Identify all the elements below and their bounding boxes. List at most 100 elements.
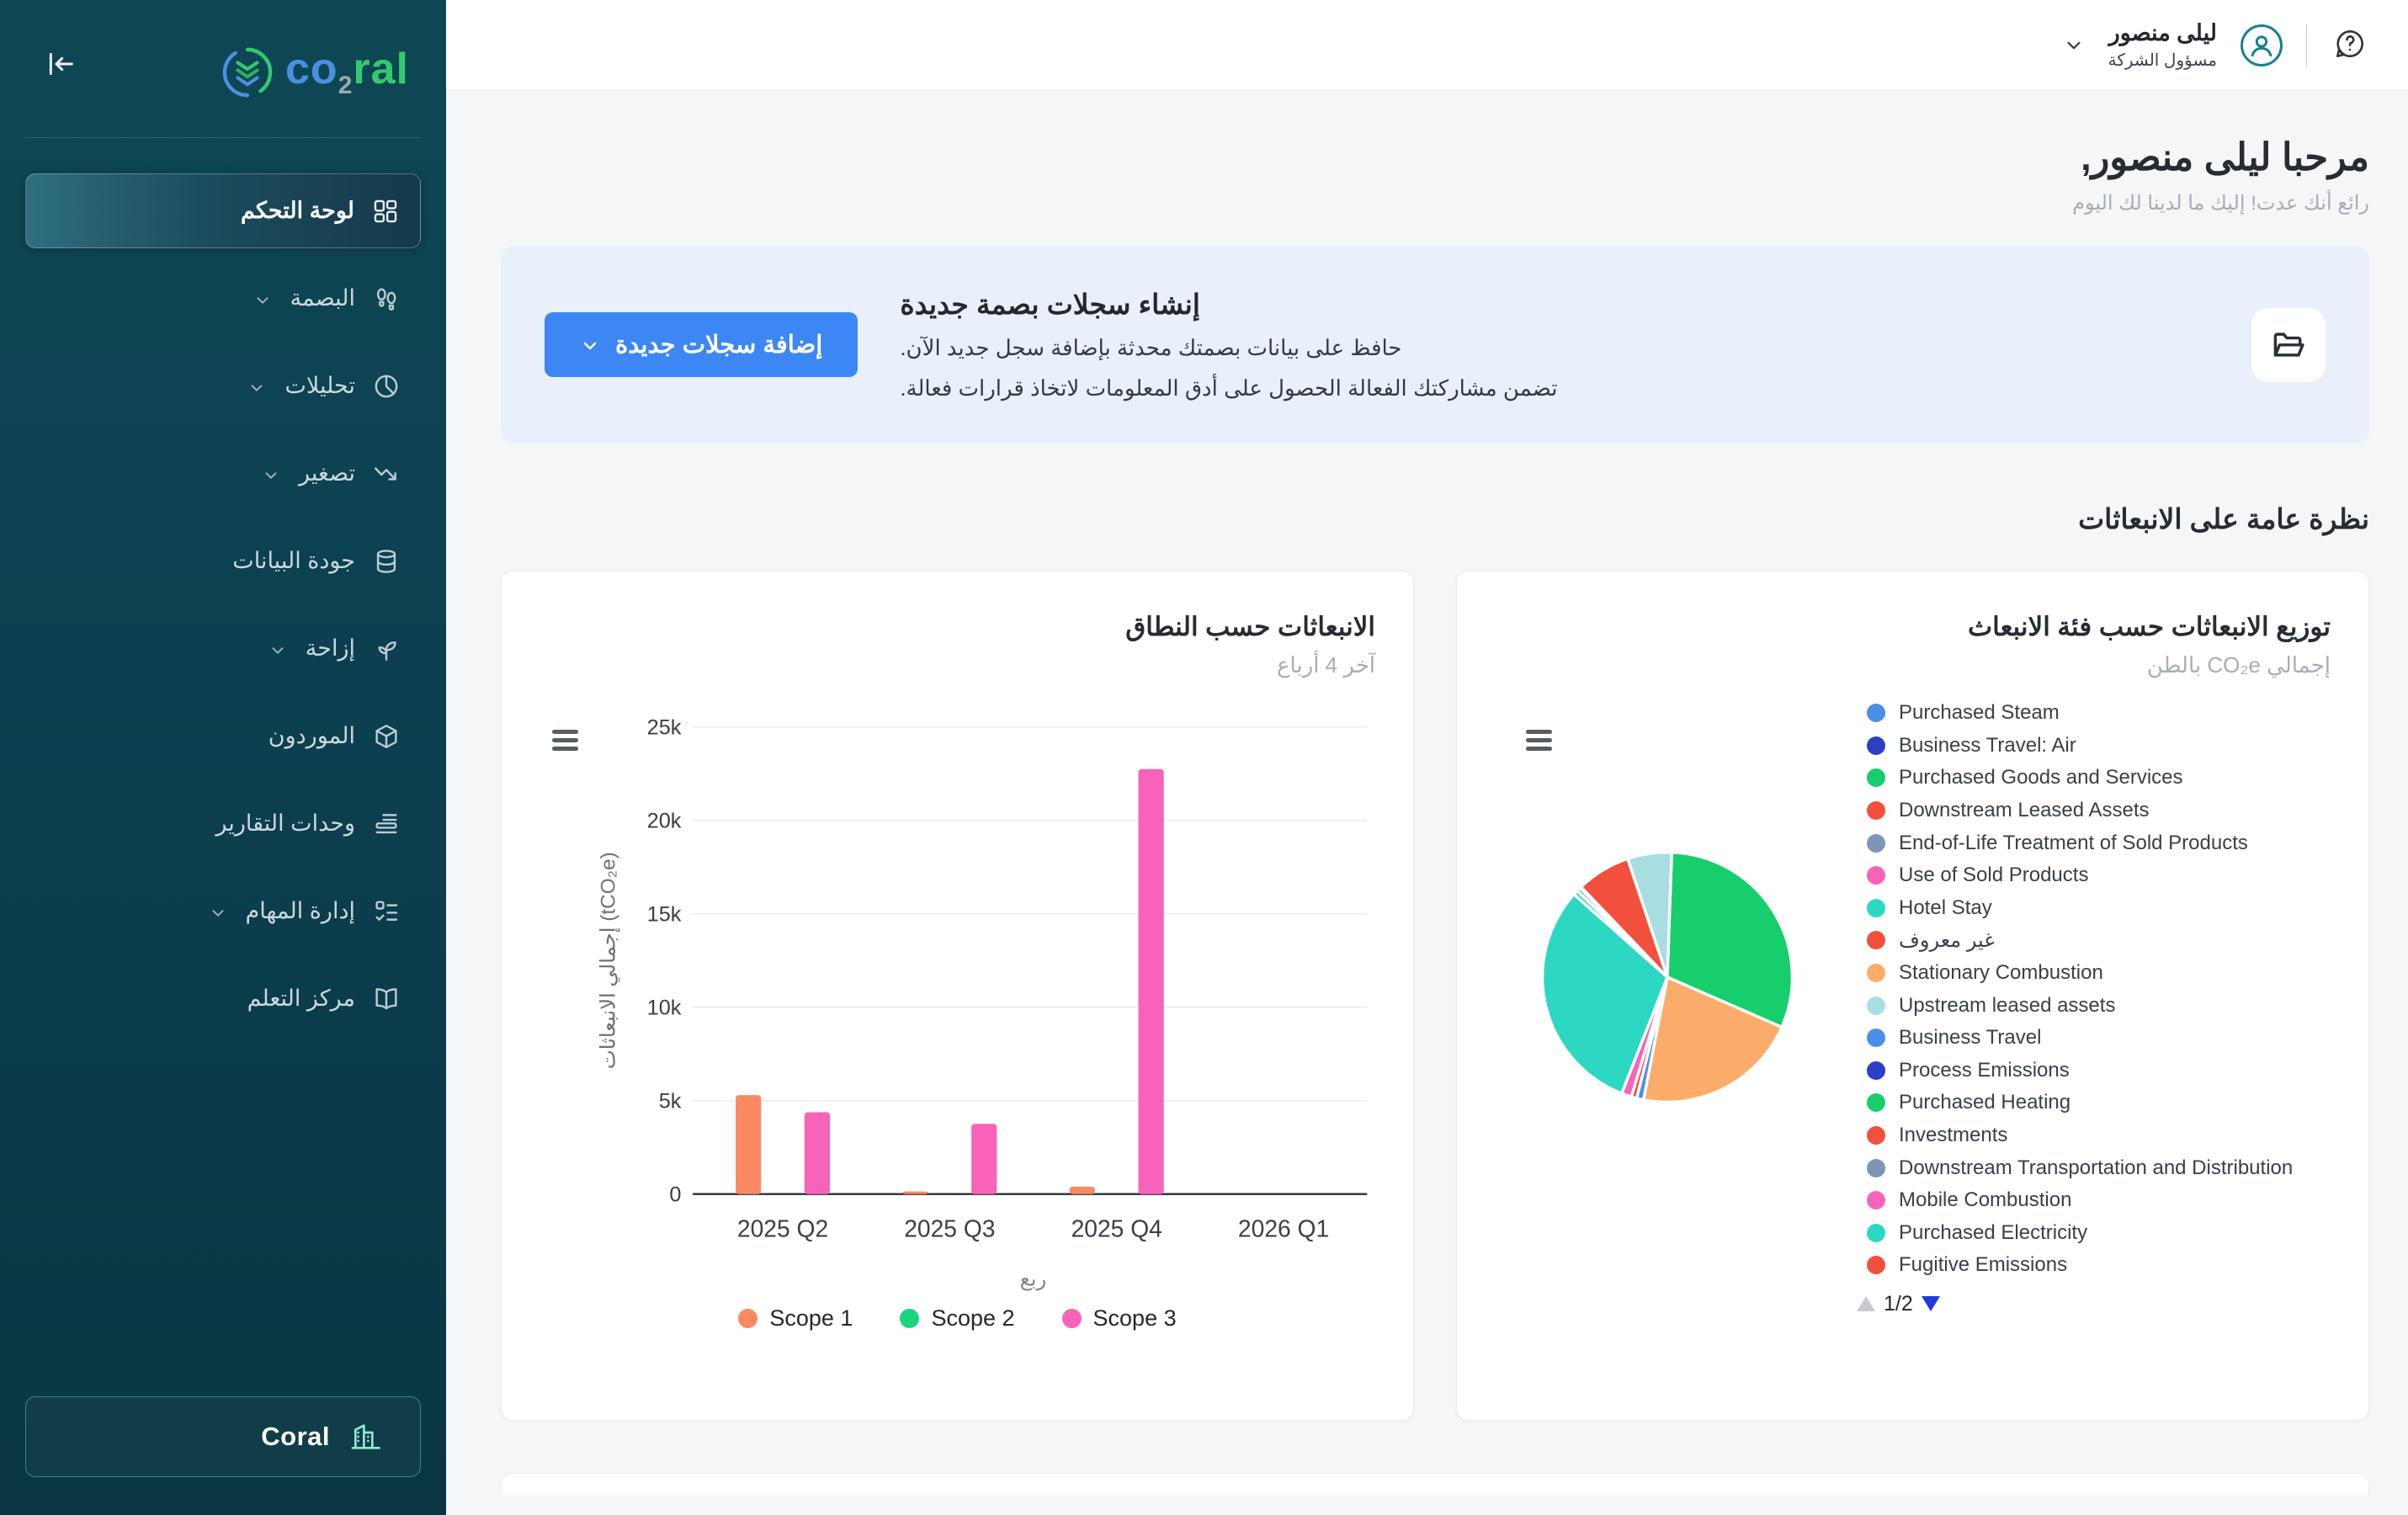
legend-item[interactable]: Process Emissions	[1867, 1055, 2331, 1087]
analytics-icon	[372, 372, 401, 401]
legend-dot	[1867, 704, 1885, 722]
help-icon[interactable]	[2331, 26, 2369, 65]
chart-menu-icon[interactable]	[552, 730, 578, 751]
sidebar-item-label: تصغير	[299, 460, 355, 486]
pie-chart[interactable]: Purchased Goods and Services: 31%Station…	[1495, 697, 1857, 1316]
legend-item[interactable]: Scope 2	[900, 1305, 1014, 1332]
pie-card-title: توزيع الانبعاثات حسب فئة الانبعاث	[1495, 612, 2331, 642]
sidebar-item-label: وحدات التقارير	[215, 811, 355, 837]
sidebar-item[interactable]: إدارة المهام	[25, 874, 421, 949]
legend-dot	[1867, 1061, 1885, 1080]
legend-label: Fugitive Emissions	[1899, 1253, 2067, 1277]
header-divider	[2306, 24, 2307, 67]
banner-line-1: حافظ على بيانات بصمتك محدثة بإضافة سجل ج…	[900, 335, 1557, 361]
sidebar-item[interactable]: البصمة	[25, 261, 421, 336]
chevron-down-icon	[268, 640, 287, 658]
legend-dot	[738, 1309, 757, 1328]
legend-item[interactable]: Stationary Combustion	[1867, 957, 2331, 990]
legend-item[interactable]: Investments	[1867, 1119, 2331, 1152]
organization-card[interactable]: Coral	[25, 1396, 421, 1477]
legend-item[interactable]: Business Travel	[1867, 1022, 2331, 1055]
legend-item[interactable]: Upstream leased assets	[1867, 989, 2331, 1022]
sidebar-item[interactable]: مركز التعلم	[25, 961, 421, 1036]
legend-item[interactable]: غير معروف	[1867, 924, 2331, 957]
legend-label: Downstream Transportation and Distributi…	[1899, 1156, 2293, 1180]
legend-dot	[1867, 1029, 1885, 1047]
chevron-down-icon	[253, 290, 272, 308]
svg-text:25k: 25k	[647, 716, 682, 740]
legend-item[interactable]: Fugitive Emissions	[1867, 1249, 2331, 1282]
legend-item[interactable]: Hotel Stay	[1867, 892, 2331, 925]
sidebar-item-label: إدارة المهام	[246, 898, 355, 924]
sidebar-item-label: جودة البيانات	[232, 548, 355, 574]
sidebar-item-label: البصمة	[290, 285, 355, 311]
legend-item[interactable]: Scope 3	[1062, 1305, 1177, 1332]
svg-text:2026 Q1: 2026 Q1	[1238, 1215, 1329, 1241]
legend-dot	[1867, 834, 1885, 853]
legend-label: Stationary Combustion	[1899, 961, 2103, 985]
legend-label: Upstream leased assets	[1899, 994, 2115, 1018]
create-records-banner: إضافة سجلات جديدة إنشاء سجلات بصمة جديدة…	[501, 246, 2369, 444]
svg-text:2025 Q2: 2025 Q2	[737, 1215, 828, 1241]
legend-pagination: 1/2	[1857, 1292, 2331, 1316]
legend-item[interactable]: Mobile Combustion	[1867, 1184, 2331, 1217]
sidebar-menu: لوحة التحكم البصمة تحليلات	[25, 173, 421, 1036]
svg-text:20k: 20k	[647, 810, 682, 833]
legend-label: Scope 3	[1093, 1305, 1177, 1332]
legend-dot	[1867, 899, 1885, 917]
sidebar-item[interactable]: لوحة التحكم	[25, 173, 421, 248]
sidebar: co2ral لوحة التحكم	[0, 0, 446, 1515]
legend-label: Business Travel: Air	[1899, 734, 2076, 758]
page-down-icon[interactable]	[1922, 1296, 1940, 1311]
legend-item[interactable]: End-of-Life Treatment of Sold Products	[1867, 827, 2331, 859]
content: مرحبا ليلى منصور, رائع أنك عدت! إليك ما …	[446, 91, 2408, 1515]
legend-page-indicator: 1/2	[1884, 1292, 1913, 1316]
legend-dot	[1867, 1126, 1885, 1145]
organization-name: Coral	[261, 1422, 330, 1452]
data-quality-icon	[372, 547, 401, 576]
page-title: مرحبا ليلى منصور,	[501, 135, 2369, 179]
folder-open-icon	[2251, 308, 2326, 382]
chevron-down-icon	[262, 465, 280, 483]
coral-leaf-icon	[221, 46, 274, 98]
legend-item[interactable]: Purchased Goods and Services	[1867, 762, 2331, 795]
legend-dot	[1867, 997, 1885, 1015]
sidebar-item[interactable]: تصغير	[25, 436, 421, 511]
suppliers-icon	[372, 722, 401, 751]
legend-label: Downstream Leased Assets	[1899, 799, 2149, 822]
legend-label: Investments	[1899, 1124, 2007, 1147]
chart-menu-icon[interactable]	[1526, 730, 1552, 751]
legend-item[interactable]: Purchased Electricity	[1867, 1217, 2331, 1250]
sidebar-item-label: لوحة التحكم	[241, 198, 354, 224]
user-name: ليلى منصور	[2108, 20, 2217, 46]
sidebar-item[interactable]: جودة البيانات	[25, 524, 421, 598]
page-up-icon[interactable]	[1857, 1296, 1875, 1311]
next-card-top-edge	[501, 1473, 2369, 1495]
sidebar-item[interactable]: تحليلات	[25, 348, 421, 423]
legend-dot	[1062, 1309, 1082, 1328]
legend-item[interactable]: Downstream Transportation and Distributi…	[1867, 1151, 2331, 1184]
sidebar-item[interactable]: إزاحة	[25, 611, 421, 686]
legend-item[interactable]: Scope 1	[738, 1305, 853, 1332]
sidebar-item[interactable]: وحدات التقارير	[25, 786, 421, 861]
legend-item[interactable]: Downstream Leased Assets	[1867, 795, 2331, 827]
legend-item[interactable]: Business Travel: Air	[1867, 730, 2331, 763]
legend-item[interactable]: Purchased Steam	[1867, 697, 2331, 730]
legend-item[interactable]: Use of Sold Products	[1867, 859, 2331, 892]
coral-logo-text: co2ral	[285, 44, 409, 100]
coral-logo: co2ral	[25, 0, 421, 100]
legend-label: Purchased Goods and Services	[1899, 766, 2183, 789]
avatar[interactable]	[2241, 24, 2283, 66]
collapse-sidebar-icon[interactable]	[44, 47, 77, 81]
legend-label: Business Travel	[1899, 1026, 2041, 1050]
legend-item[interactable]: Purchased Heating	[1867, 1087, 2331, 1119]
bar-chart[interactable]: 05k10k15k20k25kScope 1: 5300Scope 1: 140…	[540, 690, 1375, 1300]
user-menu[interactable]: ليلى منصور مسؤول الشركة	[2108, 20, 2217, 71]
sidebar-item[interactable]: الموردون	[25, 699, 421, 773]
user-menu-chevron-icon[interactable]	[2063, 35, 2085, 56]
legend-dot	[1867, 964, 1885, 982]
svg-text:5k: 5k	[659, 1089, 682, 1113]
add-new-records-button[interactable]: إضافة سجلات جديدة	[545, 312, 858, 377]
svg-text:2025 Q3: 2025 Q3	[904, 1215, 995, 1241]
legend-dot	[1867, 736, 1885, 755]
